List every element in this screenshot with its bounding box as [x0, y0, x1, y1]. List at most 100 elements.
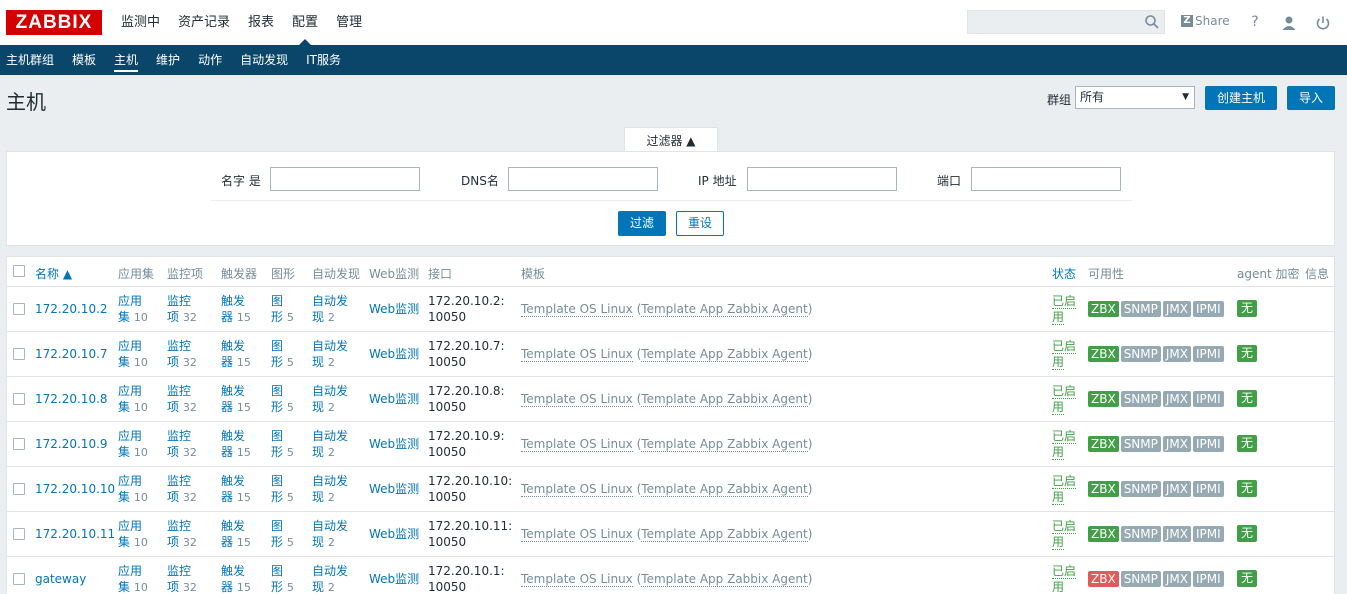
triggers-link[interactable]: 触发器 15: [221, 428, 251, 461]
zabbix-logo[interactable]: ZABBIX: [6, 10, 102, 35]
triggers-link[interactable]: 触发器 15: [221, 338, 251, 371]
status-toggle[interactable]: 已启用: [1052, 338, 1077, 370]
applications-link[interactable]: 应用集 10: [118, 293, 148, 326]
template-link[interactable]: Template OS Linux: [521, 437, 633, 452]
help-icon[interactable]: ?: [1247, 13, 1263, 31]
graphs-link[interactable]: 图形 5: [271, 563, 294, 594]
host-name-link[interactable]: 172.20.10.8: [35, 391, 108, 407]
sub-nav-host-groups[interactable]: 主机群组: [0, 45, 63, 75]
column-header-status[interactable]: 状态: [1052, 265, 1076, 282]
items-link[interactable]: 监控项 32: [167, 383, 197, 416]
status-toggle[interactable]: 已启用: [1052, 473, 1077, 505]
template-link[interactable]: Template OS Linux: [521, 347, 633, 362]
applications-link[interactable]: 应用集 10: [118, 383, 148, 416]
items-link[interactable]: 监控项 32: [167, 338, 197, 371]
parent-template-link[interactable]: Template App Zabbix Agent: [641, 347, 808, 362]
power-icon[interactable]: [1315, 14, 1331, 32]
applications-link[interactable]: 应用集 10: [118, 428, 148, 461]
graphs-link[interactable]: 图形 5: [271, 383, 294, 416]
web-monitoring-link[interactable]: Web监测: [369, 571, 419, 587]
parent-template-link[interactable]: Template App Zabbix Agent: [641, 437, 808, 452]
row-checkbox[interactable]: [13, 438, 25, 450]
discovery-link[interactable]: 自动发现 2: [312, 338, 348, 371]
status-toggle[interactable]: 已启用: [1052, 383, 1077, 415]
filter-dns-input[interactable]: [508, 167, 658, 191]
host-name-link[interactable]: 172.20.10.9: [35, 436, 108, 452]
group-select[interactable]: 所有 ▼: [1075, 86, 1195, 109]
web-monitoring-link[interactable]: Web监测: [369, 391, 419, 407]
sub-nav-hosts[interactable]: 主机: [105, 45, 147, 75]
row-checkbox[interactable]: [13, 573, 25, 585]
filter-name-input[interactable]: [270, 167, 420, 191]
web-monitoring-link[interactable]: Web监测: [369, 301, 419, 317]
triggers-link[interactable]: 触发器 15: [221, 383, 251, 416]
parent-template-link[interactable]: Template App Zabbix Agent: [641, 482, 808, 497]
discovery-link[interactable]: 自动发现 2: [312, 473, 348, 506]
filter-ip-input[interactable]: [747, 167, 897, 191]
graphs-link[interactable]: 图形 5: [271, 428, 294, 461]
web-monitoring-link[interactable]: Web监测: [369, 526, 419, 542]
sub-nav-templates[interactable]: 模板: [63, 45, 105, 75]
column-header-name[interactable]: 名称 ▲: [35, 265, 72, 282]
template-link[interactable]: Template OS Linux: [521, 527, 633, 542]
filter-port-input[interactable]: [971, 167, 1121, 191]
web-monitoring-link[interactable]: Web监测: [369, 481, 419, 497]
applications-link[interactable]: 应用集 10: [118, 518, 148, 551]
host-name-link[interactable]: gateway: [35, 571, 86, 587]
row-checkbox[interactable]: [13, 483, 25, 495]
discovery-link[interactable]: 自动发现 2: [312, 293, 348, 326]
status-toggle[interactable]: 已启用: [1052, 563, 1077, 594]
global-search-input[interactable]: [967, 10, 1165, 34]
user-icon[interactable]: [1281, 14, 1297, 32]
row-checkbox[interactable]: [13, 528, 25, 540]
template-link[interactable]: Template OS Linux: [521, 572, 633, 587]
items-link[interactable]: 监控项 32: [167, 473, 197, 506]
main-nav-inventory[interactable]: 资产记录: [169, 0, 239, 45]
filter-apply-button[interactable]: 过滤: [618, 211, 666, 236]
row-checkbox[interactable]: [13, 393, 25, 405]
graphs-link[interactable]: 图形 5: [271, 473, 294, 506]
triggers-link[interactable]: 触发器 15: [221, 518, 251, 551]
template-link[interactable]: Template OS Linux: [521, 302, 633, 317]
select-all-checkbox[interactable]: [13, 265, 25, 277]
row-checkbox[interactable]: [13, 348, 25, 360]
discovery-link[interactable]: 自动发现 2: [312, 383, 348, 416]
items-link[interactable]: 监控项 32: [167, 563, 197, 594]
parent-template-link[interactable]: Template App Zabbix Agent: [641, 302, 808, 317]
sub-nav-discovery[interactable]: 自动发现: [231, 45, 297, 75]
share-link[interactable]: Z Share: [1181, 14, 1230, 28]
discovery-link[interactable]: 自动发现 2: [312, 563, 348, 594]
template-link[interactable]: Template OS Linux: [521, 392, 633, 407]
host-name-link[interactable]: 172.20.10.2: [35, 301, 108, 317]
web-monitoring-link[interactable]: Web监测: [369, 436, 419, 452]
status-toggle[interactable]: 已启用: [1052, 518, 1077, 550]
applications-link[interactable]: 应用集 10: [118, 473, 148, 506]
triggers-link[interactable]: 触发器 15: [221, 563, 251, 594]
sub-nav-actions[interactable]: 动作: [189, 45, 231, 75]
parent-template-link[interactable]: Template App Zabbix Agent: [641, 392, 808, 407]
applications-link[interactable]: 应用集 10: [118, 338, 148, 371]
triggers-link[interactable]: 触发器 15: [221, 293, 251, 326]
graphs-link[interactable]: 图形 5: [271, 338, 294, 371]
items-link[interactable]: 监控项 32: [167, 428, 197, 461]
triggers-link[interactable]: 触发器 15: [221, 473, 251, 506]
host-name-link[interactable]: 172.20.10.7: [35, 346, 108, 362]
import-button[interactable]: 导入: [1287, 86, 1335, 110]
discovery-link[interactable]: 自动发现 2: [312, 518, 348, 551]
create-host-button[interactable]: 创建主机: [1205, 86, 1277, 110]
row-checkbox[interactable]: [13, 303, 25, 315]
main-nav-reports[interactable]: 报表: [239, 0, 283, 45]
status-toggle[interactable]: 已启用: [1052, 428, 1077, 460]
sub-nav-maintenance[interactable]: 维护: [147, 45, 189, 75]
sub-nav-it-services[interactable]: IT服务: [297, 45, 350, 75]
items-link[interactable]: 监控项 32: [167, 293, 197, 326]
status-toggle[interactable]: 已启用: [1052, 293, 1077, 325]
main-nav-administration[interactable]: 管理: [327, 0, 371, 45]
template-link[interactable]: Template OS Linux: [521, 482, 633, 497]
host-name-link[interactable]: 172.20.10.10: [35, 481, 115, 497]
discovery-link[interactable]: 自动发现 2: [312, 428, 348, 461]
applications-link[interactable]: 应用集 10: [118, 563, 148, 594]
host-name-link[interactable]: 172.20.10.11: [35, 526, 115, 542]
filter-reset-button[interactable]: 重设: [676, 211, 724, 236]
graphs-link[interactable]: 图形 5: [271, 293, 294, 326]
